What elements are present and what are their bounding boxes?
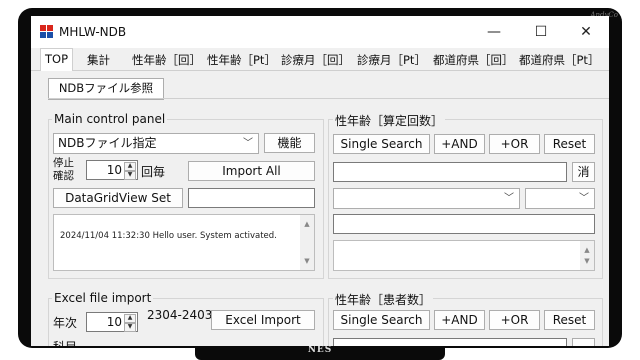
patient-and-button[interactable]: +AND	[434, 310, 485, 330]
count-result-scrollbar[interactable]: ▲ ▼	[580, 241, 594, 270]
count-reset-button[interactable]: Reset	[544, 134, 595, 154]
minimize-button[interactable]: —	[471, 16, 517, 48]
tab-sex-age-count[interactable]: 性年齢［回］	[128, 51, 205, 70]
count-operator-select[interactable]: ﹀	[525, 188, 595, 209]
patient-or-button[interactable]: +OR	[489, 310, 540, 330]
tab-top[interactable]: TOP	[40, 48, 74, 71]
stop-interval-stepper[interactable]: 10 ▲ ▼	[86, 160, 138, 180]
stepper-arrows[interactable]: ▲ ▼	[124, 162, 136, 180]
datagridview-field[interactable]	[188, 188, 315, 208]
monitor-stand: NES	[195, 344, 445, 360]
stepper-down-icon[interactable]: ▼	[124, 323, 136, 332]
count-clear-button[interactable]: 消	[572, 162, 595, 182]
app-window: MHLW-NDB — ☐ ✕ TOP 集計 性年齢［回］ 性年齢［Pt］ 診療月…	[31, 16, 609, 346]
tab-ndb-file-reference[interactable]: NDBファイル参照	[48, 78, 164, 100]
tab-month-count[interactable]: 診療月［回］	[277, 51, 354, 70]
ndb-file-type-value: NDBファイル指定	[58, 136, 157, 150]
stepper-up-icon[interactable]: ▲	[124, 162, 136, 171]
ndb-file-type-select[interactable]: NDBファイル指定 ﹀	[53, 133, 259, 154]
tab-month-pt[interactable]: 診療月［Pt］	[353, 51, 430, 70]
main-control-panel-title: Main control panel	[52, 112, 168, 126]
tab-prefecture-count[interactable]: 都道府県［回］	[429, 51, 518, 70]
count-search-field[interactable]	[333, 162, 567, 182]
count-single-search-button[interactable]: Single Search	[333, 134, 430, 154]
scroll-down-icon[interactable]: ▼	[580, 254, 594, 268]
window-title: MHLW-NDB	[59, 25, 127, 39]
patient-reset-button[interactable]: Reset	[544, 310, 595, 330]
stepper-down-icon[interactable]: ▼	[124, 171, 136, 180]
stepper-arrows[interactable]: ▲ ▼	[124, 314, 136, 332]
tab-aggregate[interactable]: 集計	[83, 51, 114, 70]
stepper-up-icon[interactable]: ▲	[124, 314, 136, 323]
chevron-down-icon: ﹀	[504, 193, 514, 204]
subject-label: 科目	[53, 338, 77, 346]
count-and-button[interactable]: +AND	[434, 134, 485, 154]
per-count-label: 回毎	[141, 165, 166, 179]
tab-prefecture-pt[interactable]: 都道府県［Pt］	[515, 51, 603, 70]
monitor-brand: NES	[307, 345, 333, 355]
count-filter-select[interactable]: ﹀	[333, 188, 520, 209]
app-logo-icon	[40, 25, 54, 39]
log-scrollbar[interactable]: ▲ ▼	[300, 215, 314, 270]
count-or-button[interactable]: +OR	[489, 134, 540, 154]
year-label: 年次	[53, 316, 78, 330]
log-text: 2024/11/04 11:32:30 Hello user. System a…	[60, 231, 277, 241]
maximize-button[interactable]: ☐	[518, 16, 564, 48]
sex-age-count-title: 性年齢［算定回数］	[333, 112, 446, 129]
patient-clear-button[interactable]	[572, 338, 595, 346]
count-result-textarea[interactable]: ▲ ▼	[333, 240, 595, 271]
patient-single-search-button[interactable]: Single Search	[333, 310, 430, 330]
confirm-label: 確認	[53, 170, 74, 182]
sex-age-patient-title: 性年齢［患者数］	[333, 291, 434, 308]
count-condition-field[interactable]	[333, 214, 595, 234]
tab-sex-age-pt[interactable]: 性年齢［Pt］	[203, 51, 280, 70]
chevron-down-icon: ﹀	[243, 138, 253, 149]
close-button[interactable]: ✕	[563, 16, 609, 48]
year-range-text: 2304-2403	[147, 308, 213, 322]
excel-import-button[interactable]: Excel Import	[211, 310, 315, 330]
scroll-up-icon[interactable]: ▲	[300, 217, 314, 231]
stop-interval-value: 10	[106, 163, 122, 177]
year-value: 10	[106, 315, 122, 329]
chevron-down-icon: ﹀	[579, 193, 589, 204]
subtab-divider	[48, 98, 609, 99]
excel-import-title: Excel file import	[52, 291, 154, 305]
log-textarea[interactable]: 2024/11/04 11:32:30 Hello user. System a…	[53, 214, 315, 271]
tab-strip: TOP 集計 性年齢［回］ 性年齢［Pt］ 診療月［回］ 診療月［Pt］ 都道府…	[31, 48, 609, 71]
year-stepper[interactable]: 10 ▲ ▼	[86, 312, 138, 332]
stop-label: 停止	[53, 157, 74, 169]
scroll-down-icon[interactable]: ▼	[300, 254, 314, 268]
function-button[interactable]: 機能	[264, 133, 315, 153]
import-all-button[interactable]: Import All	[188, 161, 315, 181]
title-bar: MHLW-NDB — ☐ ✕	[31, 16, 609, 48]
patient-search-field[interactable]	[333, 338, 567, 346]
datagridview-set-button[interactable]: DataGridView Set	[53, 188, 183, 208]
